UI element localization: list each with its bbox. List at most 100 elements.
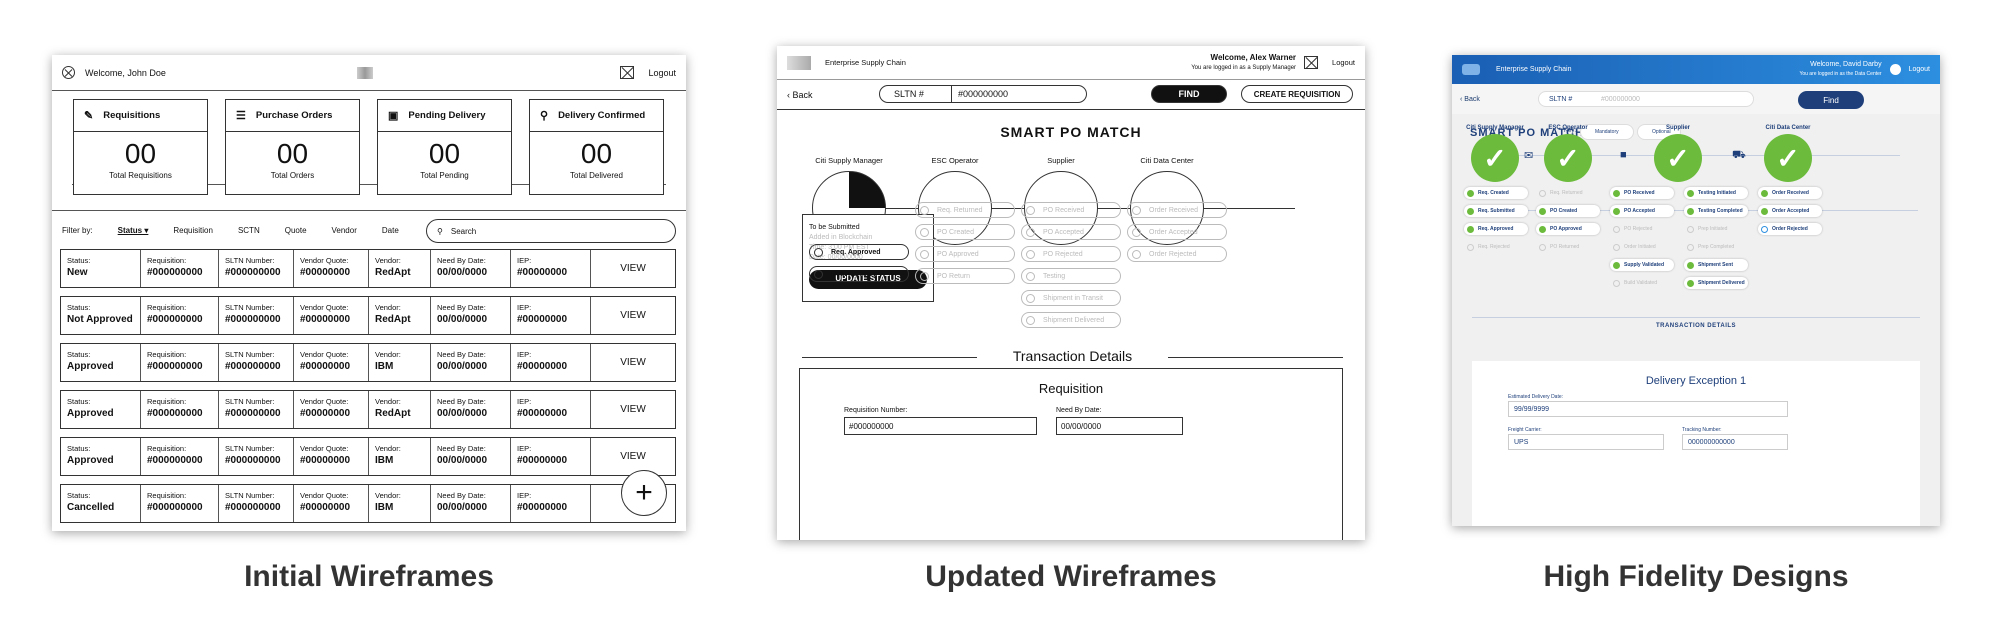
status-pill[interactable]: PO Received [1610, 187, 1674, 199]
back-link[interactable]: ‹ Back [787, 90, 813, 100]
status-pill[interactable]: Req. Approved [809, 244, 909, 260]
status-pill[interactable]: Req. Submitted [1464, 205, 1528, 217]
status-pill[interactable]: Testing Completed [1684, 205, 1748, 217]
status-pill[interactable]: Prep Initiated [1684, 223, 1748, 235]
status-pill[interactable]: Req. Returned [915, 202, 1015, 218]
search-input[interactable]: ⚲ Search [426, 219, 676, 243]
status-pill[interactable]: Build Validated [1610, 277, 1674, 289]
status-pill[interactable]: PO Accepted [1021, 224, 1121, 240]
table-row[interactable]: Status: Approved Requisition: #000000000 SLT… [60, 343, 676, 382]
logout-link[interactable]: Logout [648, 68, 676, 78]
check-circle-icon[interactable]: ✓ [1544, 134, 1592, 182]
status-pill[interactable]: Req. Returned [1536, 187, 1600, 199]
need-by-date-field[interactable]: 00/00/0000 [1056, 417, 1183, 435]
sltn-select[interactable]: SLTN # [880, 86, 952, 102]
find-button[interactable]: Find [1798, 91, 1864, 109]
create-requisition-button[interactable]: CREATE REQUISITION [1241, 85, 1353, 103]
status-pill[interactable]: PO Approved [1536, 223, 1600, 235]
sltn-input[interactable]: #000000000 [1597, 96, 1640, 103]
freight-carrier-field[interactable]: UPS [1508, 434, 1664, 450]
filter-vendor[interactable]: Vendor [332, 226, 357, 235]
find-button[interactable]: FIND [1151, 85, 1227, 103]
table-row[interactable]: Status: Cancelled Requisition: #000000000 SL… [60, 484, 676, 523]
cell-value: #000000000 [225, 502, 281, 514]
status-pill[interactable]: Shipment Sent [1684, 259, 1748, 271]
status-pill[interactable]: Order Accepted [1127, 224, 1227, 240]
view-button[interactable]: VIEW [591, 250, 675, 287]
status-pill[interactable]: Order Rejected [1758, 223, 1822, 235]
table-row[interactable]: Status: Approved Requisition: #000000000 SLT… [60, 437, 676, 476]
search-bar: ‹ Back SLTN # #000000000 Find [1452, 84, 1940, 114]
card-title: Purchase Orders [255, 110, 333, 121]
status-pill[interactable]: Supply Validated [1610, 259, 1674, 271]
filter-quote[interactable]: Quote [285, 226, 307, 235]
status-pill[interactable]: Order Rejected [1127, 246, 1227, 262]
table-cell: Status: New [61, 250, 141, 287]
status-pill[interactable]: Shipment in Transit [1021, 290, 1121, 306]
logout-link[interactable]: Logout [1332, 58, 1355, 67]
tracking-number-field[interactable]: 000000000000 [1682, 434, 1788, 450]
status-pill[interactable]: Req. Rejected [809, 266, 909, 282]
table-row[interactable]: Status: New Requisition: #000000000 SLTN Num… [60, 249, 676, 288]
status-pill[interactable]: Order Received [1127, 202, 1227, 218]
check-circle-icon[interactable]: ✓ [1654, 134, 1702, 182]
requisition-number-field[interactable]: #000000000 [844, 417, 1037, 435]
view-button[interactable]: VIEW [591, 391, 675, 428]
status-pill[interactable]: PO Returned [1536, 241, 1600, 253]
status-pill[interactable]: PO Rejected [1610, 223, 1674, 235]
view-button[interactable]: VIEW [591, 344, 675, 381]
cell-label: Need By Date: [437, 303, 486, 312]
avatar-icon[interactable] [1889, 64, 1901, 75]
status-pill[interactable]: Shipment Delivered [1021, 312, 1121, 328]
status-pill[interactable]: Req. Approved [1464, 223, 1528, 235]
card-header: ⚲ Delivery Confirmed [530, 100, 663, 132]
back-link[interactable]: ‹ Back [1460, 96, 1480, 103]
status-pill[interactable]: Testing [1021, 268, 1121, 284]
radio-icon [814, 269, 823, 279]
logout-link[interactable]: Logout [1909, 66, 1930, 73]
search-field[interactable]: SLTN # #000000000 [879, 85, 1087, 103]
filter-date[interactable]: Date [382, 226, 399, 235]
summary-card[interactable]: ⚲ Delivery Confirmed 00 Total Delivered [529, 99, 664, 195]
summary-card[interactable]: ☰ Purchase Orders 00 Total Orders [225, 99, 360, 195]
sltn-input[interactable]: #000000000 [952, 89, 1008, 99]
status-pill[interactable]: Prep Completed [1684, 241, 1748, 253]
check-circle-icon[interactable]: ✓ [1764, 134, 1812, 182]
table-cell: Vendor: IBM [369, 485, 431, 522]
sltn-select[interactable]: SLTN # [1539, 96, 1597, 103]
logo [787, 55, 811, 70]
status-pill[interactable]: Req. Created [1464, 187, 1528, 199]
cell-label: Vendor Quote: [300, 256, 349, 265]
status-pill[interactable]: PO Created [1536, 205, 1600, 217]
estimated-delivery-field[interactable]: 99/99/9999 [1508, 401, 1788, 417]
search-field[interactable]: SLTN # #000000000 [1538, 91, 1754, 107]
status-pill[interactable]: Order Accepted [1758, 205, 1822, 217]
status-pill[interactable]: Req. Rejected [1464, 241, 1528, 253]
brand-name: Enterprise Supply Chain [1496, 66, 1572, 73]
filter-sctn[interactable]: SCTN [238, 226, 260, 235]
table-row[interactable]: Status: Not Approved Requisition: #00000000… [60, 296, 676, 335]
add-button[interactable]: + [621, 470, 667, 516]
status-pill[interactable]: Shipment Delivered [1684, 277, 1748, 289]
summary-card[interactable]: ▣ Pending Delivery 00 Total Pending [377, 99, 512, 195]
status-pill[interactable]: PO Accepted [1610, 205, 1674, 217]
search-bar: ‹ Back SLTN # #000000000 FIND CREATE REQ… [777, 80, 1365, 110]
filter-requisition[interactable]: Requisition [173, 226, 213, 235]
status-pill[interactable]: PO Received [1021, 202, 1121, 218]
status-label: Order Accepted [1772, 208, 1810, 214]
status-pill[interactable]: Order Received [1758, 187, 1822, 199]
view-button[interactable]: VIEW [591, 438, 675, 475]
summary-card[interactable]: ✎ Requisitions 00 Total Requisitions [73, 99, 208, 195]
status-pill[interactable]: PO Approved [915, 246, 1015, 262]
close-circle-icon[interactable] [62, 66, 75, 79]
status-pill[interactable]: Testing Initiated [1684, 187, 1748, 199]
status-pill[interactable]: Order Initiated [1610, 241, 1674, 253]
status-pill[interactable]: PO Return [915, 268, 1015, 284]
status-pill[interactable]: PO Created [915, 224, 1015, 240]
view-button[interactable]: VIEW [591, 297, 675, 334]
status-label: Testing Completed [1698, 208, 1743, 214]
table-row[interactable]: Status: Approved Requisition: #000000000 SLT… [60, 390, 676, 429]
filter-status[interactable]: Status ▾ [118, 226, 149, 235]
check-circle-icon[interactable]: ✓ [1471, 134, 1519, 182]
status-pill[interactable]: PO Rejected [1021, 246, 1121, 262]
